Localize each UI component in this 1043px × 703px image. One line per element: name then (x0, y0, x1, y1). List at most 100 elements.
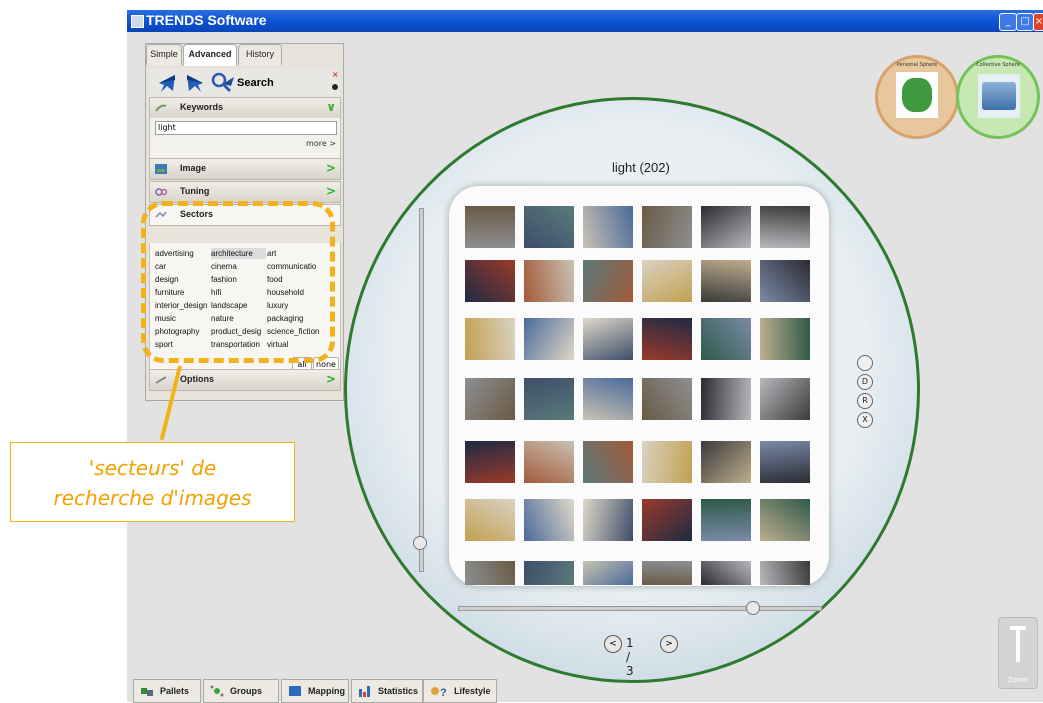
chevron-down-icon: ∨ (326, 100, 336, 114)
tab-lifestyle-label: Lifestyle (454, 686, 491, 696)
search-icon[interactable] (211, 72, 235, 94)
result-thumbnail[interactable] (583, 441, 633, 483)
tab-statistics[interactable]: Statistics (351, 679, 423, 703)
result-thumbnail[interactable] (465, 378, 515, 420)
vertical-slider-track[interactable] (419, 208, 424, 572)
result-thumbnail[interactable] (760, 206, 810, 248)
personal-sphere[interactable]: Personal Sphere (875, 55, 959, 139)
next-page-button[interactable]: > (660, 635, 678, 653)
search-label[interactable]: Search (237, 77, 274, 89)
options-icon (155, 376, 167, 384)
result-thumbnail[interactable] (465, 441, 515, 483)
side-button-blank[interactable] (857, 355, 873, 371)
tuning-header[interactable]: Tuning > (149, 181, 341, 203)
tab-pallets[interactable]: Pallets (133, 679, 201, 703)
tab-history[interactable]: History (238, 44, 282, 65)
mapping-icon (289, 686, 301, 696)
tab-statistics-label: Statistics (378, 686, 419, 696)
tuning-icon (155, 188, 167, 196)
result-thumbnail[interactable] (701, 378, 751, 420)
app-icon (131, 15, 144, 28)
result-thumbnail[interactable] (524, 206, 574, 248)
collective-sphere[interactable]: Collective Sphere (956, 55, 1040, 139)
horizontal-slider-knob[interactable] (746, 601, 760, 615)
zoom-label: Zoom (1007, 676, 1029, 684)
result-thumbnail[interactable] (760, 499, 810, 541)
result-thumbnail[interactable] (642, 206, 692, 248)
keywords-header[interactable]: Keywords ∨ (149, 97, 341, 119)
result-thumbnail[interactable] (701, 206, 751, 248)
chevron-right-icon: > (325, 372, 336, 386)
side-button-d[interactable]: D (857, 374, 873, 390)
result-thumbnail[interactable] (583, 318, 633, 360)
image-label: Image (180, 163, 207, 173)
result-thumbnail[interactable] (701, 260, 751, 302)
result-thumbnail[interactable] (465, 561, 515, 585)
result-thumbnail[interactable] (524, 499, 574, 541)
result-thumbnail[interactable] (524, 441, 574, 483)
result-thumbnail[interactable] (701, 561, 751, 585)
result-thumbnail[interactable] (642, 499, 692, 541)
result-thumbnail[interactable] (760, 441, 810, 483)
back-arrow-icon[interactable] (155, 72, 177, 94)
panel-dot-icon[interactable] (332, 84, 338, 90)
image-header[interactable]: Image > (149, 158, 341, 180)
side-button-r[interactable]: R (857, 393, 873, 409)
result-thumbnail[interactable] (701, 441, 751, 483)
chevron-right-icon: > (325, 184, 336, 198)
horizontal-slider-track[interactable] (458, 606, 822, 611)
tuning-label: Tuning (180, 186, 210, 196)
groups-icon (210, 685, 224, 697)
zoom-control[interactable]: Zoom (998, 617, 1038, 689)
result-thumbnail[interactable] (465, 318, 515, 360)
result-thumbnail[interactable] (524, 561, 574, 585)
highlight-box (141, 201, 335, 363)
tab-advanced[interactable]: Advanced (183, 44, 237, 66)
result-thumbnail[interactable] (760, 260, 810, 302)
result-thumbnail[interactable] (760, 318, 810, 360)
result-thumbnail[interactable] (760, 378, 810, 420)
tab-mapping-label: Mapping (308, 686, 345, 696)
result-thumbnail[interactable] (465, 206, 515, 248)
keywords-icon (155, 104, 167, 112)
forward-arrow-icon[interactable] (185, 72, 207, 94)
result-thumbnail[interactable] (524, 318, 574, 360)
svg-text:?: ? (440, 687, 447, 697)
annotation-line-2: recherche d'images (53, 486, 252, 510)
title-bar[interactable]: TRENDS Software _ □ × (127, 10, 1043, 32)
result-thumbnail[interactable] (760, 561, 810, 585)
prev-page-button[interactable]: < (604, 635, 622, 653)
result-thumbnail[interactable] (583, 378, 633, 420)
result-thumbnail[interactable] (701, 499, 751, 541)
keywords-input[interactable]: light (155, 121, 337, 135)
tab-groups[interactable]: Groups (203, 679, 279, 703)
tab-mapping[interactable]: Mapping (281, 679, 349, 703)
result-thumbnail[interactable] (583, 206, 633, 248)
result-thumbnail[interactable] (583, 561, 633, 585)
maximize-button[interactable]: □ (1016, 13, 1034, 31)
result-thumbnail[interactable] (465, 260, 515, 302)
result-thumbnail[interactable] (642, 378, 692, 420)
result-thumbnail[interactable] (524, 260, 574, 302)
result-thumbnail[interactable] (701, 318, 751, 360)
options-label: Options (180, 374, 214, 384)
tab-simple[interactable]: Simple (146, 44, 182, 65)
folder-icon (978, 74, 1020, 118)
minimize-button[interactable]: _ (999, 13, 1017, 31)
panel-close-icon[interactable]: × (332, 71, 339, 79)
result-thumbnail[interactable] (583, 260, 633, 302)
window-title: TRENDS Software (146, 12, 267, 28)
result-thumbnail[interactable] (642, 441, 692, 483)
result-thumbnail[interactable] (583, 499, 633, 541)
tab-lifestyle[interactable]: ? Lifestyle (423, 679, 497, 703)
result-thumbnail[interactable] (642, 561, 692, 585)
frog-icon (896, 72, 938, 118)
result-thumbnail[interactable] (465, 499, 515, 541)
close-button[interactable]: × (1033, 13, 1043, 31)
result-thumbnail[interactable] (524, 378, 574, 420)
side-button-x[interactable]: X (857, 412, 873, 428)
result-thumbnail[interactable] (642, 318, 692, 360)
more-link[interactable]: more > (306, 139, 336, 148)
vertical-slider-knob[interactable] (413, 536, 427, 550)
result-thumbnail[interactable] (642, 260, 692, 302)
